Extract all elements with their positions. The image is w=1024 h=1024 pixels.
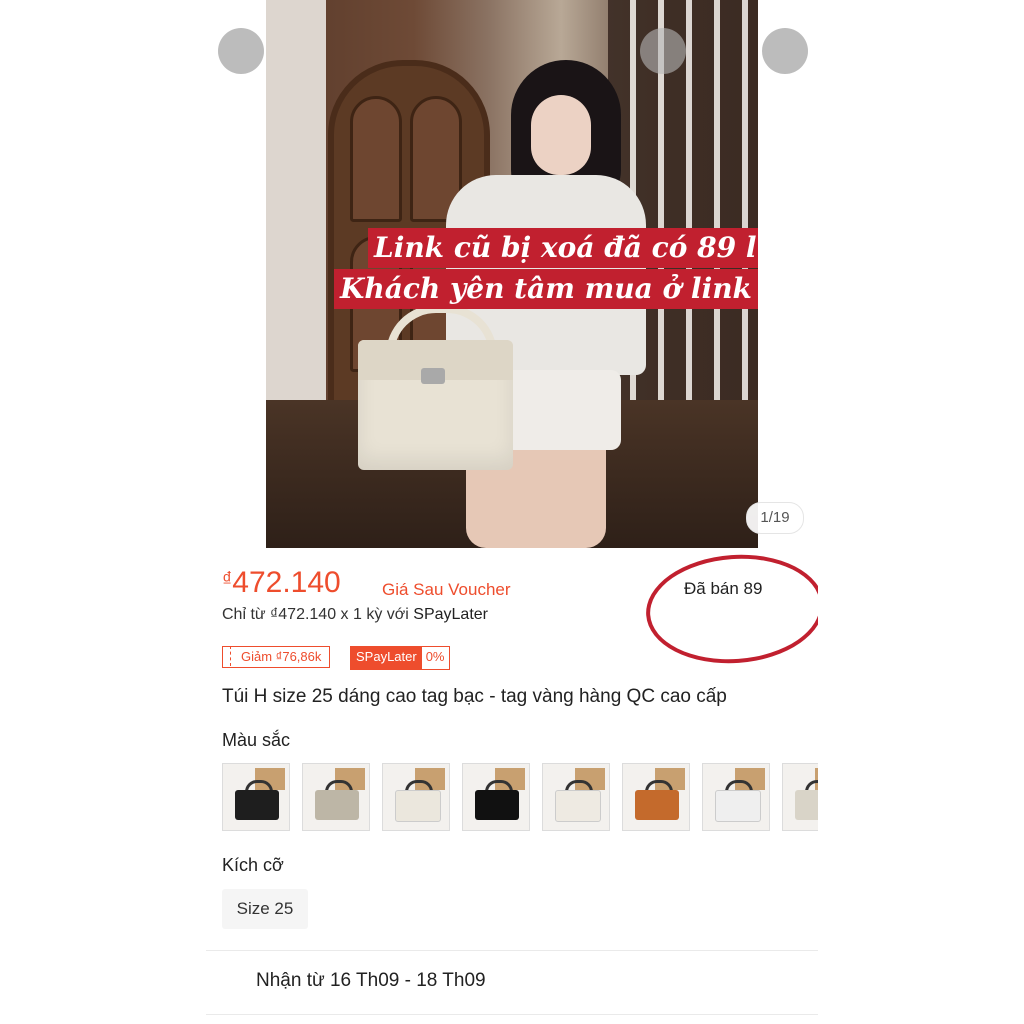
color-swatch[interactable]: [782, 763, 818, 831]
voucher-price-label: Giá Sau Voucher: [382, 580, 511, 599]
installment-text: Chỉ từ ₫472.140 x 1 kỳ với: [222, 606, 414, 623]
color-swatch[interactable]: [462, 763, 530, 831]
annotation-circle: [642, 548, 818, 670]
color-swatch-list: [222, 763, 818, 831]
swatch-bag: [715, 790, 761, 822]
spaylater-badge-label: SPayLater: [351, 647, 422, 669]
promo-overlay-line-1: Link cũ bị xoá đã có 89 lượt bán: [368, 228, 758, 268]
product-image-carousel[interactable]: Link cũ bị xoá đã có 89 lượt bán Khách y…: [266, 0, 758, 548]
cart-button[interactable]: [640, 28, 686, 74]
product-page: Link cũ bị xoá đã có 89 lượt bán Khách y…: [206, 0, 818, 1024]
swatch-bag: [395, 790, 441, 822]
spaylater-rate: 0%: [425, 649, 445, 664]
color-swatch[interactable]: [302, 763, 370, 831]
swatch-bag: [315, 790, 359, 820]
swatch-bag: [555, 790, 601, 822]
color-swatch[interactable]: [622, 763, 690, 831]
swatch-bag: [795, 790, 818, 820]
swatch-bag: [235, 790, 279, 820]
color-swatch[interactable]: [382, 763, 450, 831]
currency-symbol: ₫: [222, 569, 233, 591]
more-options-button[interactable]: [762, 28, 808, 74]
color-swatch[interactable]: [222, 763, 290, 831]
spaylater-badge[interactable]: SPayLater 0%: [350, 646, 450, 670]
back-button[interactable]: [218, 28, 264, 74]
image-counter: 1/19: [746, 502, 804, 534]
delivery-estimate[interactable]: Nhận từ 16 Th09 - 18 Th09: [256, 970, 486, 992]
bag-lock: [421, 368, 445, 384]
discount-voucher-badge[interactable]: Giảm ₫76,86k: [222, 646, 331, 668]
product-price: ₫472.140: [222, 566, 341, 600]
size-option-25[interactable]: Size 25: [222, 889, 308, 929]
product-title: Túi H size 25 dáng cao tag bạc - tag vàn…: [222, 686, 727, 707]
installment-info[interactable]: Chỉ từ ₫472.140 x 1 kỳ với SPayLater: [222, 606, 488, 624]
color-swatch[interactable]: [542, 763, 610, 831]
section-divider: [206, 1014, 818, 1015]
swatch-bag: [635, 790, 679, 820]
size-section-label: Kích cỡ: [222, 855, 284, 875]
section-divider: [206, 950, 818, 951]
installment-brand: SPayLater: [413, 606, 488, 623]
price-value: 472.140: [232, 566, 341, 599]
promo-overlay-line-2: Khách yên tâm mua ở link mới này ạ: [334, 269, 758, 309]
door-panel: [350, 96, 402, 222]
color-section-label: Màu sắc: [222, 730, 291, 750]
model-face: [531, 95, 591, 175]
swatch-bag: [475, 790, 519, 820]
sold-count: Đã bán 89: [684, 579, 763, 598]
color-swatch[interactable]: [702, 763, 770, 831]
